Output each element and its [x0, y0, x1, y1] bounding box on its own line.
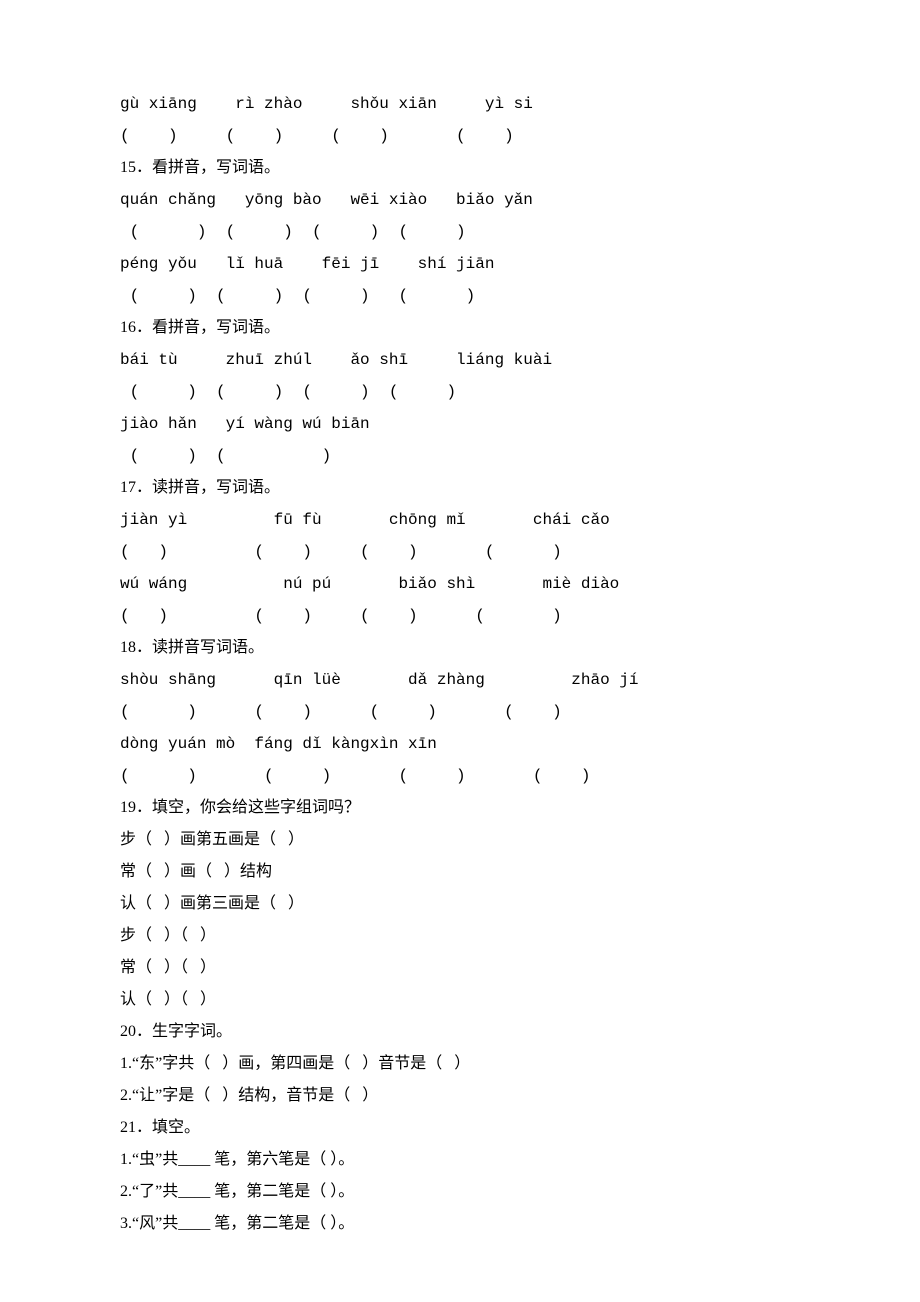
text-line: 1.“虫”共____ 笔，第六笔是（ ）。 — [120, 1144, 800, 1176]
text-line: 16．看拼音，写词语。 — [120, 312, 800, 344]
text-line: 20．生字字词。 — [120, 1016, 800, 1048]
text-line: 认（ ）画第三画是（ ） — [120, 888, 800, 920]
text-line: ( ) ( ) ( ) ( ) — [120, 280, 800, 312]
text-line: shòu shāng qīn lüè dǎ zhàng zhāo jí — [120, 664, 800, 696]
text-line: 18．读拼音写词语。 — [120, 632, 800, 664]
text-line: ( ) ( ) ( ) ( ) — [120, 600, 800, 632]
text-line: bái tù zhuī zhúl ǎo shī liáng kuài — [120, 344, 800, 376]
text-line: 19．填空，你会给这些字组词吗？ — [120, 792, 800, 824]
text-line: 常（ ）画（ ）结构 — [120, 856, 800, 888]
text-line: ( ) ( ) ( ) ( ) — [120, 536, 800, 568]
text-line: 常（ ）（ ） — [120, 952, 800, 984]
text-line: ( ) ( ) ( ) ( ) — [120, 120, 800, 152]
text-line: ( ) ( ) ( ) ( ) — [120, 216, 800, 248]
text-line: ( ) ( ) ( ) ( ) — [120, 376, 800, 408]
text-line: 步（ ）（ ） — [120, 920, 800, 952]
text-line: quán chǎng yōng bào wēi xiào biǎo yǎn — [120, 184, 800, 216]
text-line: 2.“让”字是（ ）结构，音节是（ ） — [120, 1080, 800, 1112]
text-line: ( ) ( ) ( ) ( ) — [120, 696, 800, 728]
text-line: wú wáng nú pú biǎo shì miè diào — [120, 568, 800, 600]
text-line: 15．看拼音，写词语。 — [120, 152, 800, 184]
text-line: dòng yuán mò fáng dǐ kàngxìn xīn — [120, 728, 800, 760]
text-line: péng yǒu lǐ huā fēi jī shí jiān — [120, 248, 800, 280]
text-line: 2.“了”共____ 笔，第二笔是（ ）。 — [120, 1176, 800, 1208]
text-line: gù xiāng rì zhào shǒu xiān yì si — [120, 88, 800, 120]
text-line: 3.“风”共____ 笔，第二笔是（ ）。 — [120, 1208, 800, 1240]
text-line: ( ) ( ) ( ) ( ) — [120, 760, 800, 792]
text-line: jiào hǎn yí wàng wú biān — [120, 408, 800, 440]
text-line: 17．读拼音，写词语。 — [120, 472, 800, 504]
document-page: gù xiāng rì zhào shǒu xiān yì si ( ) ( )… — [0, 0, 920, 1302]
text-line: 步（ ）画第五画是（ ） — [120, 824, 800, 856]
text-line: 1.“东”字共（ ）画，第四画是（ ）音节是（ ） — [120, 1048, 800, 1080]
text-line: ( ) ( ) — [120, 440, 800, 472]
text-line: 21．填空。 — [120, 1112, 800, 1144]
text-line: 认（ ）（ ） — [120, 984, 800, 1016]
text-line: jiàn yì fū fù chōng mǐ chái cǎo — [120, 504, 800, 536]
